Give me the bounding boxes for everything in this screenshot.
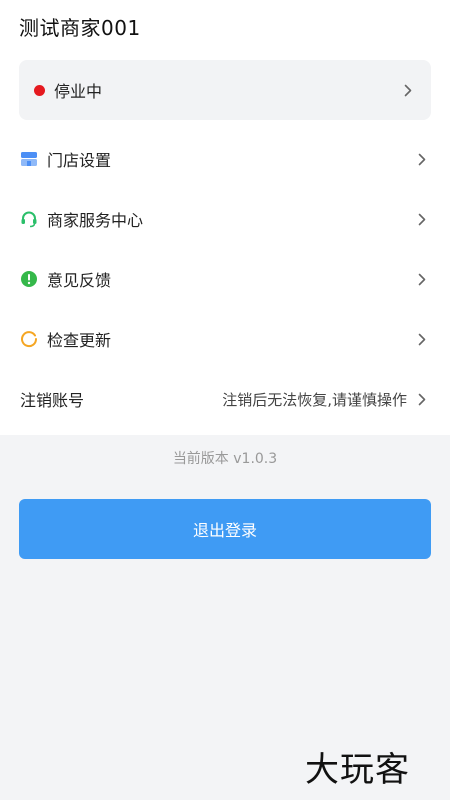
menu-item-label: 门店设置 bbox=[47, 151, 112, 170]
version-text: 当前版本 v1.0.3 bbox=[172, 451, 278, 467]
shop-title: 测试商家001 bbox=[19, 16, 141, 40]
menu-item-label: 意见反馈 bbox=[47, 271, 112, 290]
cancel-account-label: 注销账号 bbox=[20, 391, 85, 410]
menu-item-check-update[interactable]: 检查更新 bbox=[0, 309, 450, 369]
menu-item-service-center[interactable]: 商家服务中心 bbox=[0, 189, 450, 249]
menu-item-feedback[interactable]: 意见反馈 bbox=[0, 249, 450, 309]
feedback-icon bbox=[20, 270, 38, 288]
menu-item-label: 检查更新 bbox=[47, 331, 112, 350]
status-dot bbox=[34, 84, 45, 96]
chevron-right-icon bbox=[401, 83, 415, 97]
headset-icon bbox=[20, 210, 38, 228]
status-label: 停业中 bbox=[54, 82, 103, 101]
update-icon bbox=[20, 330, 38, 348]
app-header: 测试商家001 bbox=[0, 0, 450, 50]
menu-item-store-settings[interactable]: 门店设置 bbox=[0, 129, 450, 189]
store-icon bbox=[20, 150, 38, 168]
menu-item-cancel-account[interactable]: 注销账号 注销后无法恢复,请谨慎操作 bbox=[0, 369, 450, 429]
chevron-right-icon bbox=[415, 212, 429, 226]
chevron-right-icon bbox=[415, 392, 429, 406]
menu-item-label: 商家服务中心 bbox=[47, 211, 144, 230]
chevron-right-icon bbox=[415, 332, 429, 346]
cancel-account-hint: 注销后无法恢复,请谨慎操作 bbox=[222, 390, 407, 409]
business-status-card[interactable]: 停业中 bbox=[19, 60, 431, 120]
chevron-right-icon bbox=[415, 152, 429, 166]
chevron-right-icon bbox=[415, 272, 429, 286]
watermark: 大玩客 bbox=[305, 750, 410, 790]
logout-button[interactable]: 退出登录 bbox=[19, 499, 431, 559]
